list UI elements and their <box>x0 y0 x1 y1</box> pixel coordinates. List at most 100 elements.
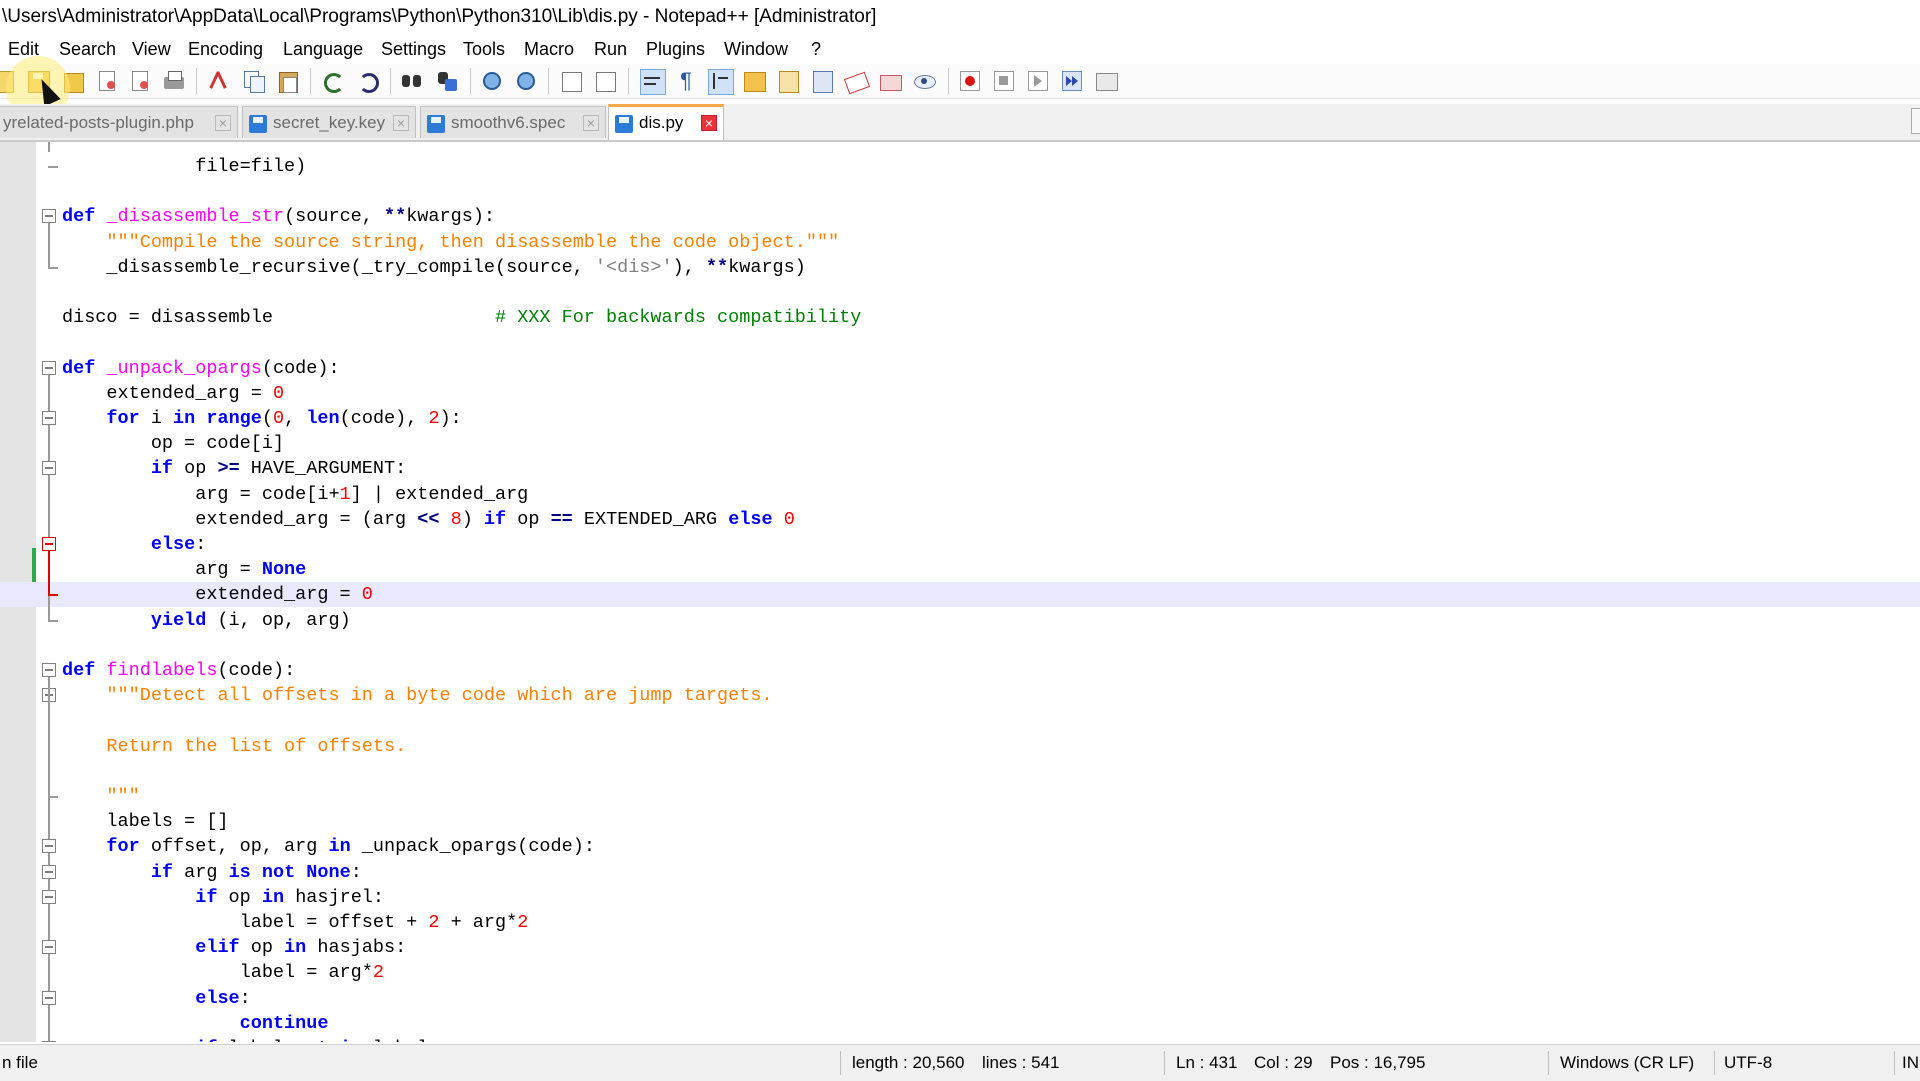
run-macro-multiple-icon[interactable] <box>1060 69 1084 93</box>
close-all-icon[interactable] <box>128 69 152 93</box>
code-line[interactable]: disco = disassemble # XXX For backwards … <box>0 305 1920 330</box>
fold-toggle-icon[interactable] <box>42 889 56 904</box>
fold-toggle-icon[interactable] <box>42 839 56 854</box>
menu-tools[interactable]: Tools <box>463 36 505 62</box>
code-line[interactable]: if op in hasjrel: <box>0 885 1920 910</box>
code-line[interactable]: arg = code[i+1] | extended_arg <box>0 482 1920 507</box>
code-line[interactable]: _disassemble_recursive(_try_compile(sour… <box>0 255 1920 280</box>
fold-toggle-icon[interactable] <box>42 360 56 375</box>
code-line[interactable]: arg = None <box>0 557 1920 582</box>
code-line[interactable]: if arg is not None: <box>0 860 1920 885</box>
code-line[interactable]: """Compile the source string, then disas… <box>0 230 1920 255</box>
indent-guide-icon[interactable] <box>708 69 734 95</box>
menu-window[interactable]: Window <box>724 36 788 62</box>
stop-macro-icon[interactable] <box>992 69 1016 93</box>
code-line[interactable]: extended_arg = 0 <box>0 381 1920 406</box>
record-macro-icon[interactable] <box>958 69 982 93</box>
user-lang-icon[interactable] <box>742 69 766 93</box>
fold-toggle-icon[interactable] <box>42 940 56 955</box>
menu-plugins[interactable]: Plugins <box>646 36 705 62</box>
status-eol[interactable]: Windows (CR LF) <box>1560 1045 1694 1081</box>
menu-view[interactable]: View <box>132 36 171 62</box>
code-line[interactable] <box>0 708 1920 733</box>
redo-icon[interactable] <box>355 69 379 93</box>
tab-smoothv6-spec[interactable]: smoothv6.spec × <box>420 106 606 138</box>
word-wrap-icon[interactable] <box>640 69 666 95</box>
menu-language[interactable]: Language <box>283 36 363 62</box>
replace-icon[interactable] <box>435 69 459 93</box>
menu-encoding[interactable]: Encoding <box>188 36 263 62</box>
code-line[interactable]: """ <box>0 784 1920 809</box>
tab-close-icon[interactable]: × <box>583 115 599 131</box>
code-line[interactable]: extended_arg = (arg << 8) if op == EXTEN… <box>0 507 1920 532</box>
menu-run[interactable]: Run <box>594 36 627 62</box>
tab-close-icon[interactable]: × <box>701 115 717 131</box>
status-encoding[interactable]: UTF-8 <box>1724 1045 1772 1081</box>
code-line[interactable]: if op >= HAVE_ARGUMENT: <box>0 456 1920 481</box>
code-line[interactable]: label = offset + 2 + arg*2 <box>0 910 1920 935</box>
fold-toggle-icon[interactable] <box>42 864 56 879</box>
code-line[interactable]: for offset, op, arg in _unpack_opargs(co… <box>0 834 1920 859</box>
code-line[interactable] <box>0 633 1920 658</box>
tab-dis-py[interactable]: dis.py × <box>608 104 724 140</box>
code-line[interactable]: yield (i, op, arg) <box>0 608 1920 633</box>
fold-toggle-icon[interactable] <box>42 663 56 677</box>
fold-toggle-icon[interactable] <box>42 209 56 224</box>
code-line[interactable]: op = code[i] <box>0 431 1920 456</box>
code-line[interactable]: continue <box>0 1011 1920 1036</box>
find-icon[interactable] <box>400 69 424 93</box>
sync-vertical-icon[interactable] <box>560 69 584 93</box>
play-macro-icon[interactable] <box>1026 69 1050 93</box>
status-insert-mode[interactable]: IN <box>1902 1045 1919 1081</box>
code-line[interactable] <box>0 280 1920 305</box>
fold-toggle-icon[interactable] <box>42 461 56 476</box>
doc-map-icon[interactable] <box>776 69 800 93</box>
save-macro-icon[interactable] <box>1094 69 1118 93</box>
print-icon[interactable] <box>162 69 186 93</box>
code-editor[interactable]: file=file) def _disassemble_str(source, *… <box>0 142 1920 1042</box>
code-line[interactable]: for i in range(0, len(code), 2): <box>0 406 1920 431</box>
copy-icon[interactable] <box>242 69 266 93</box>
code-line[interactable]: if label not in labels: <box>0 1036 1920 1042</box>
tab-related-posts-plugin[interactable]: yrelated-posts-plugin.php × <box>0 106 238 138</box>
show-all-chars-icon[interactable]: ¶ <box>674 69 698 93</box>
code-line[interactable]: def _disassemble_str(source, **kwargs): <box>0 204 1920 229</box>
code-line[interactable] <box>0 759 1920 784</box>
fold-toggle-icon[interactable] <box>42 990 56 1005</box>
fold-toggle-icon[interactable] <box>42 1041 56 1042</box>
code-line[interactable] <box>0 179 1920 204</box>
menu-help[interactable]: ? <box>811 36 821 62</box>
fold-toggle-icon[interactable] <box>42 411 56 425</box>
tab-secret-key[interactable]: secret_key.key × <box>242 106 416 138</box>
tab-close-icon[interactable]: × <box>393 115 409 131</box>
monitoring-icon[interactable] <box>878 69 902 93</box>
menu-settings[interactable]: Settings <box>381 36 446 62</box>
code-line[interactable]: file=file) <box>0 154 1920 179</box>
code-line[interactable]: def findlabels(code): <box>0 658 1920 683</box>
code-line[interactable]: Return the list of offsets. <box>0 734 1920 759</box>
code-line[interactable]: """Detect all offsets in a byte code whi… <box>0 683 1920 708</box>
folder-workspace-icon[interactable] <box>843 69 871 95</box>
code-line[interactable]: label = arg*2 <box>0 960 1920 985</box>
cut-icon[interactable] <box>207 69 231 93</box>
code-line[interactable] <box>0 330 1920 355</box>
menu-search[interactable]: Search <box>59 36 116 62</box>
function-list-icon[interactable] <box>810 69 834 93</box>
close-icon[interactable] <box>95 69 119 93</box>
paste-icon[interactable] <box>276 69 300 93</box>
eye-icon[interactable] <box>912 69 936 93</box>
tab-scroll-button[interactable] <box>1911 108 1920 134</box>
tab-close-icon[interactable]: × <box>215 115 231 131</box>
sync-horizontal-icon[interactable] <box>594 69 618 93</box>
code-line[interactable]: else: <box>0 986 1920 1011</box>
code-line[interactable]: labels = [] <box>0 809 1920 834</box>
code-line[interactable]: else: <box>0 532 1920 557</box>
zoom-in-icon[interactable] <box>480 69 504 93</box>
code-line[interactable]: def _unpack_opargs(code): <box>0 356 1920 381</box>
zoom-out-icon[interactable] <box>514 69 538 93</box>
undo-icon[interactable] <box>320 69 344 93</box>
fold-toggle-icon[interactable] <box>42 537 56 551</box>
code-line[interactable]: elif op in hasjabs: <box>0 935 1920 960</box>
current-code-line[interactable]: extended_arg = 0 <box>0 582 1920 608</box>
menu-macro[interactable]: Macro <box>524 36 574 62</box>
